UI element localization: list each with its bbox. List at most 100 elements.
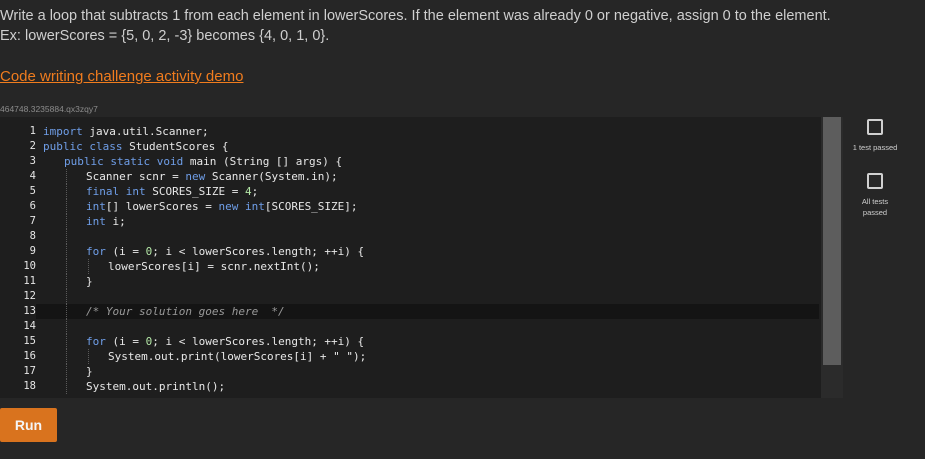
- number-literal: 4: [244, 185, 252, 198]
- test-checkbox-icon: [867, 173, 883, 189]
- code-text: java.util.Scanner;: [82, 125, 209, 138]
- test-checkbox-icon: [867, 119, 883, 135]
- code-text: ; i < lowerScores.length; ++i) {: [152, 245, 365, 258]
- line-number: 5: [29, 185, 36, 197]
- code-line-8: [43, 229, 819, 244]
- indent-guide: [66, 274, 67, 289]
- keyword: int: [86, 200, 106, 213]
- line-number: 10: [23, 260, 36, 272]
- code-editor[interactable]: 1 2 3 4 5 6 7 8 9 10 11 12 13 14 15 16 1…: [0, 117, 843, 398]
- code-text: [SCORES_SIZE];: [264, 200, 358, 213]
- indent-guide: [88, 259, 89, 274]
- code-text: lowerScores[i] = scnr.nextInt();: [108, 260, 320, 273]
- code-line-3: public static void main (String [] args)…: [43, 154, 819, 169]
- code-line-1: import java.util.Scanner;: [43, 124, 819, 139]
- indent-guide: [66, 169, 67, 184]
- indent-guide: [66, 289, 67, 304]
- code-text: i;: [105, 215, 126, 228]
- indent-guide: [66, 304, 67, 319]
- code-line-11: }: [43, 274, 819, 289]
- instructions-line-1: Write a loop that subtracts 1 from each …: [0, 8, 831, 24]
- code-line-16: System.out.print(lowerScores[i] + " ");: [43, 349, 819, 364]
- test-status-all: All tests passed: [851, 173, 899, 218]
- code-text: );: [353, 350, 367, 363]
- instructions: Write a loop that subtracts 1 from each …: [0, 6, 900, 46]
- keyword: for: [86, 245, 106, 258]
- code-text: [] lowerScores =: [105, 200, 219, 213]
- code-line-10: lowerScores[i] = scnr.nextInt();: [43, 259, 819, 274]
- code-line-9: for (i = 0; i < lowerScores.length; ++i)…: [43, 244, 819, 259]
- line-number: 17: [23, 365, 36, 377]
- code-line-17: }: [43, 364, 819, 379]
- line-number: 4: [29, 170, 36, 182]
- code-line-15: for (i = 0; i < lowerScores.length; ++i)…: [43, 334, 819, 349]
- line-number: 16: [23, 350, 36, 362]
- line-number: 2: [29, 140, 36, 152]
- keyword: new int: [218, 200, 265, 213]
- indent-guide: [66, 229, 67, 244]
- code-text: StudentScores {: [122, 140, 229, 153]
- code-text: SCORES_SIZE =: [145, 185, 245, 198]
- line-number: 6: [29, 200, 36, 212]
- code-text: System.out.print(lowerScores[i] +: [108, 350, 334, 363]
- line-number: 14: [23, 320, 36, 332]
- line-number: 7: [29, 215, 36, 227]
- code-line-6: int[] lowerScores = new int[SCORES_SIZE]…: [43, 199, 819, 214]
- line-number: 9: [29, 245, 36, 257]
- line-number: 3: [29, 155, 36, 167]
- keyword: int: [86, 215, 106, 228]
- indent-guide: [66, 199, 67, 214]
- line-number: 12: [23, 290, 36, 302]
- instructions-example: Ex: lowerScores = {5, 0, 2, -3} becomes …: [0, 28, 330, 44]
- code-text: Scanner scnr =: [86, 170, 186, 183]
- test-status-label: 1 test passed: [852, 143, 898, 152]
- test-status-label: All tests passed: [861, 197, 889, 217]
- indent-guide: [66, 259, 67, 274]
- code-text: (i =: [105, 245, 146, 258]
- indent-guide: [66, 214, 67, 229]
- line-number: 1: [29, 125, 36, 137]
- indent-guide: [66, 364, 67, 379]
- code-text: main (String [] args) {: [183, 155, 343, 168]
- indent-guide: [66, 184, 67, 199]
- code-line-7: int i;: [43, 214, 819, 229]
- run-button[interactable]: Run: [0, 408, 57, 442]
- code-line-13: /* Your solution goes here */: [36, 304, 819, 319]
- indent-guide: [66, 319, 67, 334]
- test-status-first: 1 test passed: [851, 119, 899, 153]
- code-comment: /* Your solution goes here */: [86, 305, 285, 318]
- code-text: (i =: [105, 335, 146, 348]
- keyword: import: [43, 125, 83, 138]
- keyword: new: [185, 170, 206, 183]
- indent-guide: [88, 349, 89, 364]
- code-text: ;: [251, 185, 259, 198]
- code-text: }: [86, 275, 93, 288]
- string-literal: " ": [333, 350, 354, 363]
- indent-guide: [66, 334, 67, 349]
- code-text: }: [86, 365, 93, 378]
- challenge-demo-link[interactable]: Code writing challenge activity demo: [0, 68, 243, 85]
- keyword: for: [86, 335, 106, 348]
- code-line-2: public class StudentScores {: [43, 139, 819, 154]
- activity-id: 464748.3235884.qx3zqy7: [0, 104, 98, 114]
- line-number: 8: [29, 230, 36, 242]
- code-area[interactable]: import java.util.Scanner; public class S…: [36, 124, 819, 394]
- line-number: 11: [23, 275, 36, 287]
- code-text: System.out.println();: [86, 380, 226, 393]
- indent-guide: [66, 349, 67, 364]
- keyword: final int: [86, 185, 146, 198]
- code-text: ; i < lowerScores.length; ++i) {: [152, 335, 365, 348]
- indent-guide: [66, 244, 67, 259]
- code-line-18: System.out.println();: [43, 379, 819, 394]
- scrollbar-thumb[interactable]: [823, 117, 841, 365]
- code-text: Scanner(System.in);: [205, 170, 338, 183]
- editor-scrollbar[interactable]: [821, 117, 843, 398]
- line-number: 13: [23, 305, 36, 317]
- line-number: 15: [23, 335, 36, 347]
- line-number-gutter: 1 2 3 4 5 6 7 8 9 10 11 12 13 14 15 16 1…: [0, 124, 36, 394]
- keyword: public class: [43, 140, 123, 153]
- line-number: 18: [23, 380, 36, 392]
- keyword: public static void: [64, 155, 184, 168]
- code-line-5: final int SCORES_SIZE = 4;: [43, 184, 819, 199]
- indent-guide: [66, 379, 67, 394]
